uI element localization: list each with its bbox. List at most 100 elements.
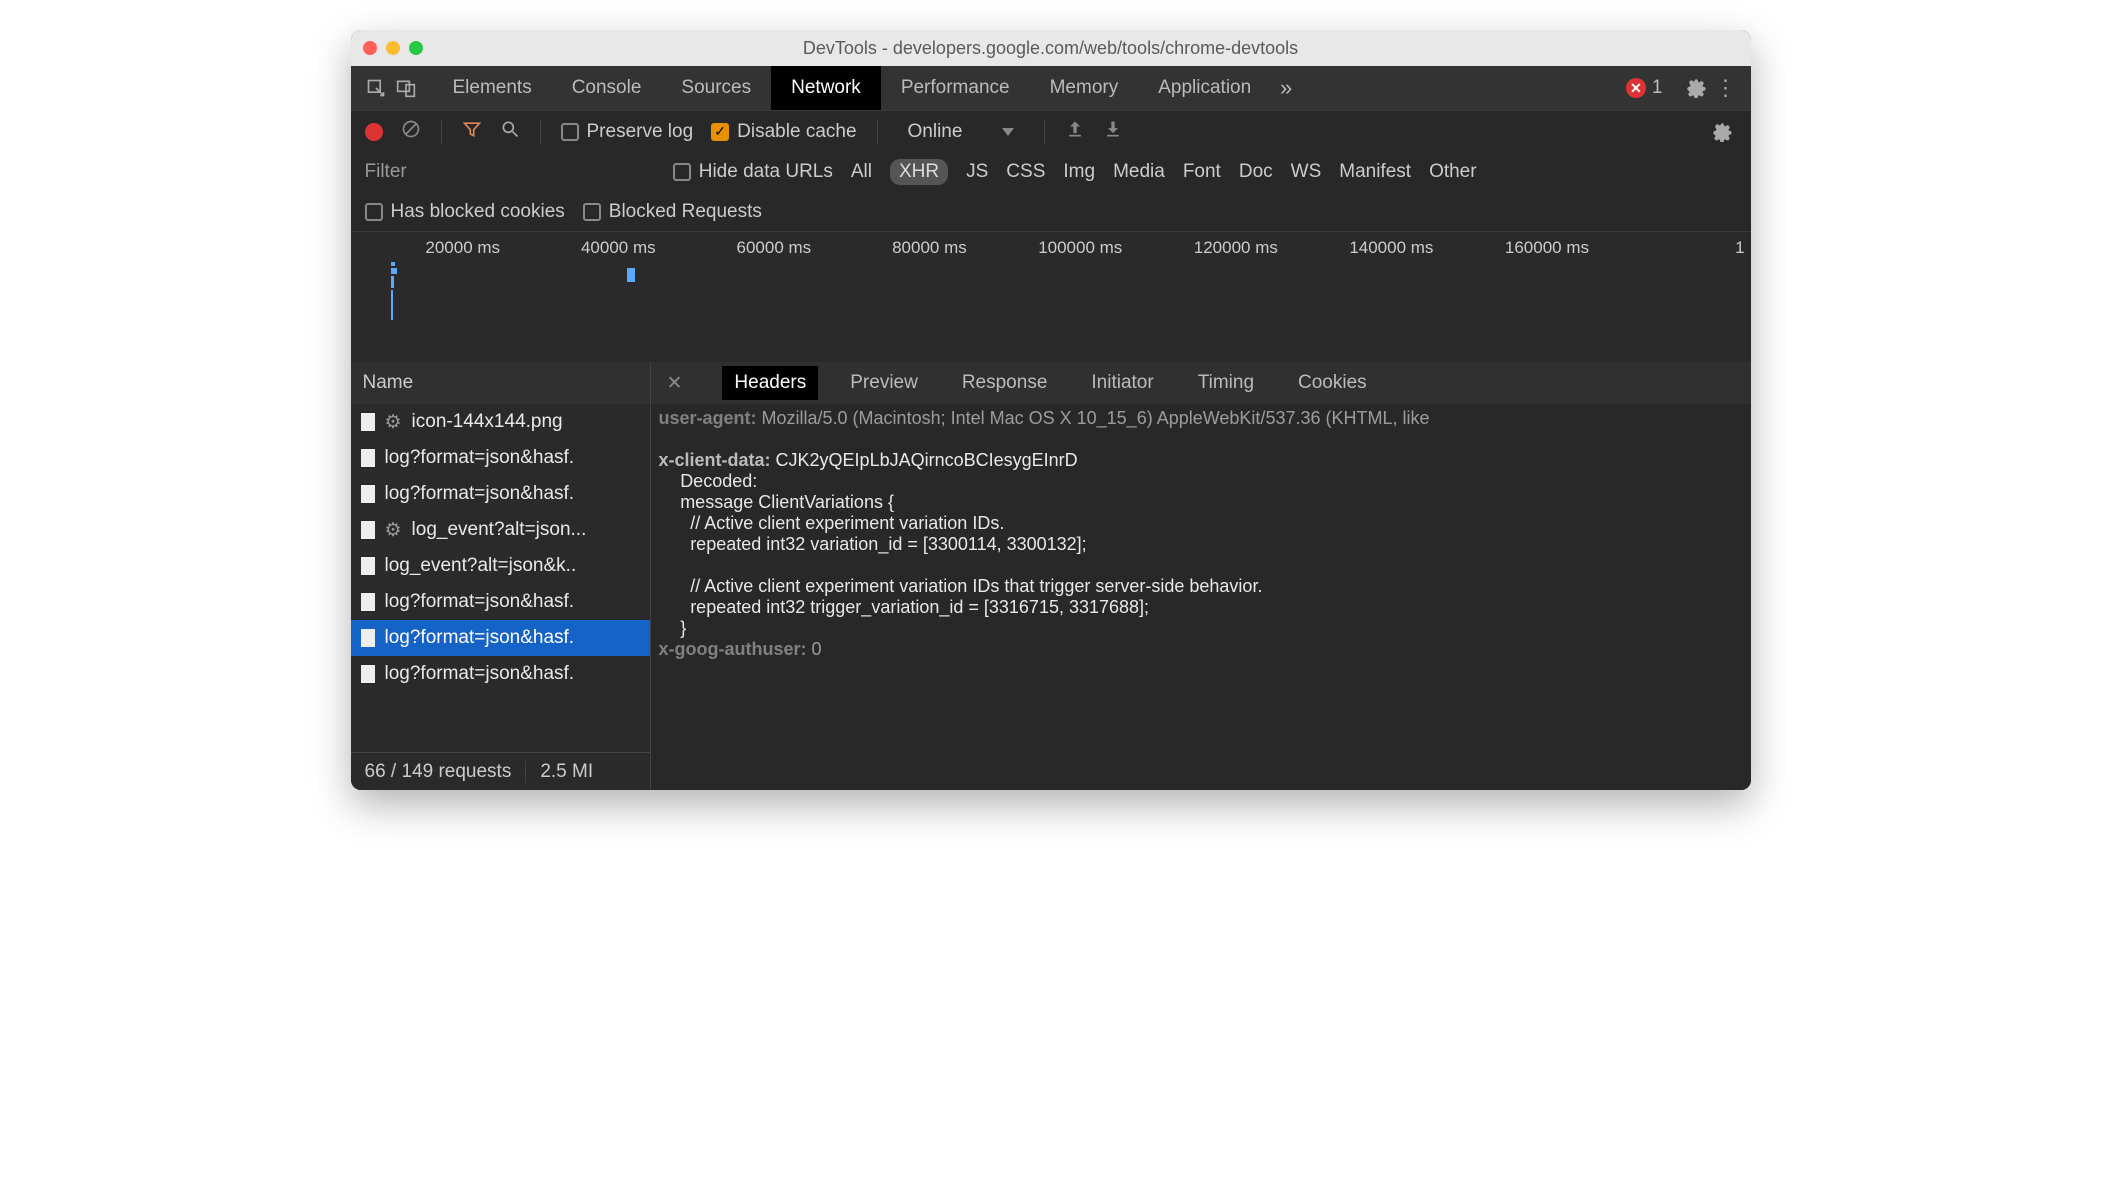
clear-icon[interactable] — [401, 119, 421, 145]
filter-input[interactable]: Filter — [365, 161, 407, 183]
hide-data-urls-checkbox[interactable]: Hide data URLs — [673, 161, 833, 183]
document-icon — [361, 593, 375, 611]
tab-network[interactable]: Network — [771, 66, 881, 110]
network-settings-icon[interactable] — [1707, 122, 1737, 142]
subtab-preview[interactable]: Preview — [838, 366, 930, 400]
timeline-tick: 140000 ms — [1284, 238, 1440, 258]
timeline-tick: 20000 ms — [351, 238, 507, 258]
request-row[interactable]: log?format=json&hasf. — [351, 476, 650, 512]
document-icon — [361, 557, 375, 575]
request-row[interactable]: log_event?alt=json&k.. — [351, 548, 650, 584]
tab-application[interactable]: Application — [1138, 66, 1271, 110]
throttling-select[interactable]: Online — [898, 121, 1025, 143]
request-row[interactable]: log?format=json&hasf. — [351, 656, 650, 692]
tab-performance[interactable]: Performance — [881, 66, 1030, 110]
split-pane: Name ⚙ icon-144x144.png log?format=json&ha… — [351, 362, 1751, 790]
filter-type-css[interactable]: CSS — [1006, 161, 1045, 183]
network-toolbar: Preserve log ✓Disable cache Online — [351, 110, 1751, 152]
error-indicator[interactable]: ✕ 1 — [1626, 77, 1663, 99]
subtab-cookies[interactable]: Cookies — [1286, 366, 1379, 400]
filter-type-all[interactable]: All — [851, 161, 872, 183]
devtools-window: DevTools - developers.google.com/web/too… — [351, 30, 1751, 790]
filter-type-xhr[interactable]: XHR — [890, 159, 948, 185]
request-name: log_event?alt=json&k.. — [385, 555, 577, 577]
filter-type-ws[interactable]: WS — [1291, 161, 1322, 183]
tab-sources[interactable]: Sources — [661, 66, 771, 110]
filter-type-img[interactable]: Img — [1063, 161, 1095, 183]
filter-type-media[interactable]: Media — [1113, 161, 1165, 183]
close-details-icon[interactable]: ✕ — [667, 372, 683, 395]
upload-har-icon[interactable] — [1065, 119, 1085, 145]
timeline-tick: 160000 ms — [1439, 238, 1595, 258]
request-row[interactable]: log?format=json&hasf. — [351, 620, 650, 656]
timeline-overview[interactable]: 20000 ms40000 ms60000 ms80000 ms100000 m… — [351, 232, 1751, 362]
timeline-tick: 120000 ms — [1128, 238, 1284, 258]
filter-toggle-icon[interactable] — [462, 119, 482, 145]
has-blocked-cookies-checkbox[interactable]: Has blocked cookies — [365, 201, 565, 223]
more-icon[interactable]: ⋮ — [1711, 75, 1741, 101]
timeline-tick: 40000 ms — [506, 238, 662, 258]
requests-panel: Name ⚙ icon-144x144.png log?format=json&ha… — [351, 362, 651, 790]
name-column-header[interactable]: Name — [351, 362, 650, 404]
download-har-icon[interactable] — [1103, 119, 1123, 145]
request-row[interactable]: log?format=json&hasf. — [351, 440, 650, 476]
subtab-initiator[interactable]: Initiator — [1079, 366, 1165, 400]
status-bar: 66 / 149 requests 2.5 MI — [351, 752, 650, 790]
subtab-timing[interactable]: Timing — [1186, 366, 1266, 400]
timeline-tick: 100000 ms — [973, 238, 1129, 258]
gear-icon — [361, 521, 375, 539]
document-icon — [361, 449, 375, 467]
minimize-window-icon[interactable] — [386, 41, 400, 55]
record-icon[interactable] — [365, 123, 383, 141]
tab-memory[interactable]: Memory — [1030, 66, 1139, 110]
close-window-icon[interactable] — [363, 41, 377, 55]
request-name: log_event?alt=json... — [412, 519, 587, 541]
request-name: log?format=json&hasf. — [385, 591, 575, 613]
transferred-size: 2.5 MI — [526, 761, 607, 783]
maximize-window-icon[interactable] — [409, 41, 423, 55]
device-toggle-icon[interactable] — [391, 78, 421, 98]
timeline-tick: 60000 ms — [662, 238, 818, 258]
filter-type-other[interactable]: Other — [1429, 161, 1477, 183]
timeline-bars — [391, 262, 403, 322]
subtab-response[interactable]: Response — [950, 366, 1060, 400]
filter-bar: Filter Hide data URLs All XHR JS CSS Img Medi… — [351, 152, 1751, 192]
error-icon: ✕ — [1626, 78, 1646, 98]
gear-icon: ⚙ — [385, 411, 402, 434]
filter-type-js[interactable]: JS — [966, 161, 988, 183]
main-tabbar: ElementsConsoleSourcesNetworkPerformance… — [351, 66, 1751, 110]
timeline-tick: 80000 ms — [817, 238, 973, 258]
request-name: log?format=json&hasf. — [385, 483, 575, 505]
blocked-requests-checkbox[interactable]: Blocked Requests — [583, 201, 762, 223]
filter-type-font[interactable]: Font — [1183, 161, 1221, 183]
tab-elements[interactable]: Elements — [433, 66, 552, 110]
settings-icon[interactable] — [1681, 78, 1711, 98]
inspect-icon[interactable] — [361, 78, 391, 98]
timeline-tick: 1 — [1595, 238, 1751, 258]
error-count: 1 — [1652, 77, 1663, 99]
details-tabs: ✕ Headers Preview Response Initiator Timing C… — [651, 362, 1751, 404]
details-panel: ✕ Headers Preview Response Initiator Timing C… — [651, 362, 1751, 790]
request-name: icon-144x144.png — [412, 411, 563, 433]
filter-type-manifest[interactable]: Manifest — [1339, 161, 1411, 183]
search-icon[interactable] — [500, 119, 520, 145]
request-row[interactable]: ⚙ icon-144x144.png — [351, 404, 650, 440]
request-name: log?format=json&hasf. — [385, 447, 575, 469]
requests-count: 66 / 149 requests — [351, 761, 527, 783]
subtab-headers[interactable]: Headers — [722, 366, 818, 400]
headers-content: user-agent: Mozilla/5.0 (Macintosh; Inte… — [651, 404, 1751, 790]
document-icon — [361, 485, 375, 503]
gear-icon: ⚙ — [385, 519, 402, 542]
tabs-overflow-icon[interactable]: » — [1271, 75, 1301, 101]
filter-type-doc[interactable]: Doc — [1239, 161, 1273, 183]
request-row[interactable]: ⚙ log_event?alt=json... — [351, 512, 650, 548]
disable-cache-checkbox[interactable]: ✓Disable cache — [711, 121, 856, 143]
document-icon — [361, 629, 375, 647]
tab-console[interactable]: Console — [552, 66, 662, 110]
preserve-log-checkbox[interactable]: Preserve log — [561, 121, 694, 143]
request-name: log?format=json&hasf. — [385, 627, 575, 649]
gear-icon — [361, 413, 375, 431]
filter-bar-2: Has blocked cookies Blocked Requests — [351, 192, 1751, 232]
request-row[interactable]: log?format=json&hasf. — [351, 584, 650, 620]
titlebar: DevTools - developers.google.com/web/too… — [351, 30, 1751, 66]
